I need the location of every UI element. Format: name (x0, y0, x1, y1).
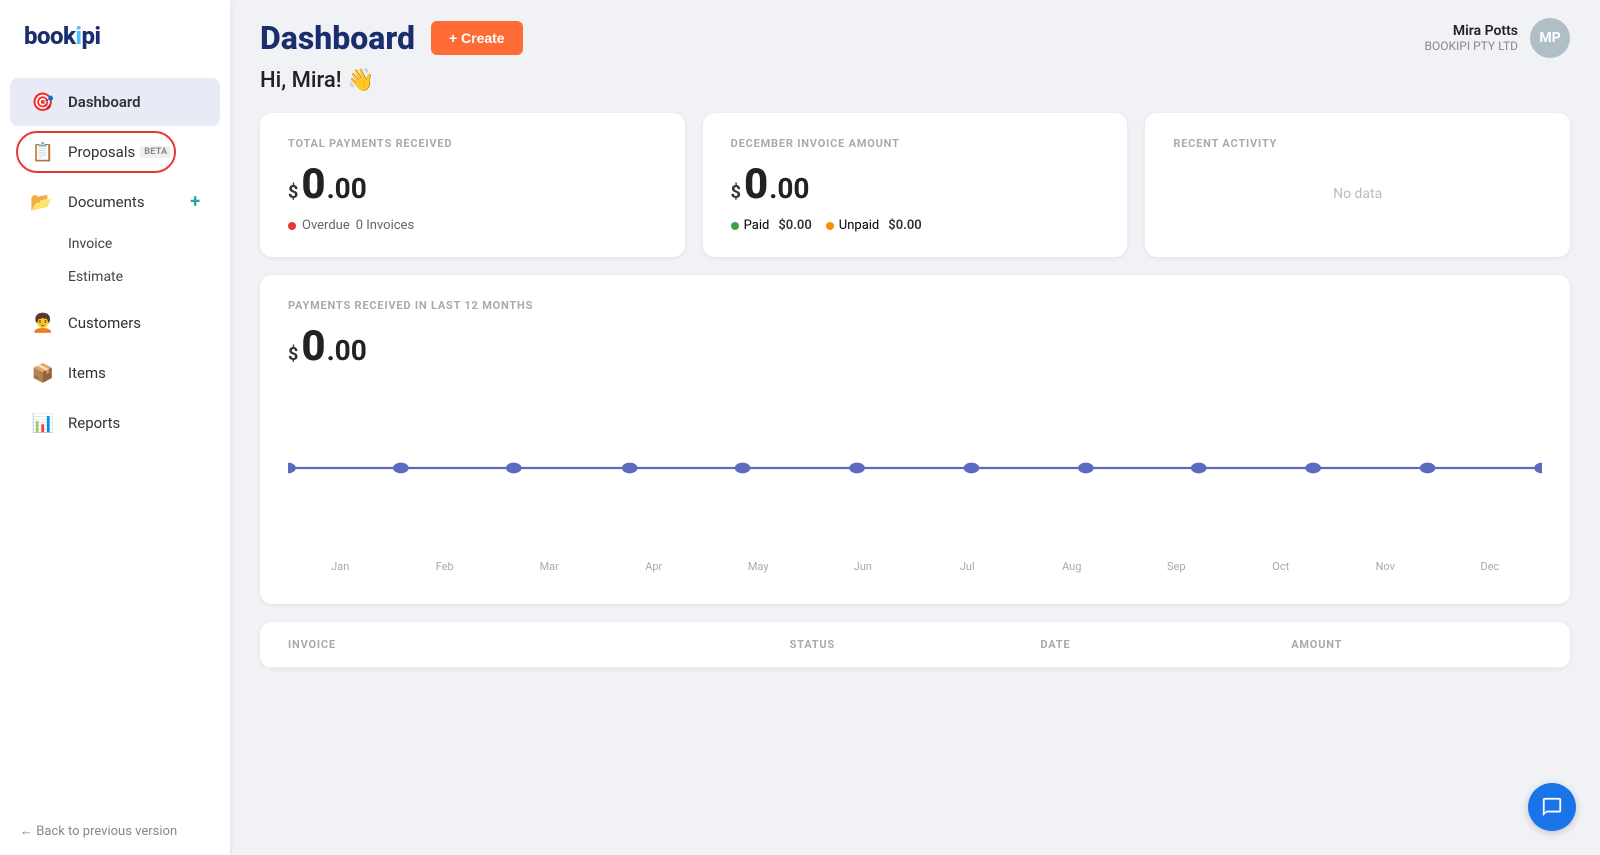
amount-integer: 0 (301, 326, 325, 368)
dollar-sign: $ (288, 344, 298, 365)
main-content: Dashboard + Create Mira Potts BOOKIPI PT… (230, 0, 1600, 855)
month-label: Nov (1333, 560, 1438, 573)
total-payments-card: TOTAL PAYMENTS RECEIVED $ 0 .00 Overdue … (260, 113, 685, 257)
reports-icon: 📊 (30, 410, 56, 436)
sidebar-item-proposals[interactable]: 📋 Proposals BETA (10, 128, 220, 176)
sidebar-item-label: Customers (68, 314, 141, 332)
greeting: Hi, Mira! 👋 (260, 68, 1570, 93)
month-label: May (706, 560, 811, 573)
customers-icon: 🧑‍🦱 (30, 310, 56, 336)
table-header-row: INVOICE STATUS DATE AMOUNT (260, 622, 1570, 668)
col-invoice: INVOICE (288, 638, 790, 651)
dollar-sign: $ (731, 182, 741, 203)
payments-chart-card: PAYMENTS RECEIVED IN LAST 12 MONTHS $ 0 … (260, 275, 1570, 604)
paid-dot (731, 222, 739, 230)
logo: bookipi (0, 0, 230, 68)
month-label: Feb (393, 560, 498, 573)
dollar-sign: $ (288, 182, 298, 203)
chart-area: Jan Feb Mar Apr May Jun Jul Aug Sep Oct … (288, 388, 1542, 588)
overdue-row: Overdue 0 Invoices (288, 218, 657, 233)
sidebar-item-items[interactable]: 📦 Items (10, 349, 220, 397)
header: Dashboard + Create Mira Potts BOOKIPI PT… (230, 0, 1600, 68)
user-details: Mira Potts BOOKIPI PTY LTD (1425, 23, 1519, 53)
sidebar-item-estimate[interactable]: Estimate (10, 261, 220, 293)
user-info[interactable]: Mira Potts BOOKIPI PTY LTD MP (1425, 18, 1571, 58)
paid-amount: $0.00 (778, 218, 811, 233)
logo-text: bookipi (24, 22, 101, 50)
sidebar-item-documents[interactable]: 📂 Documents + (10, 178, 220, 226)
dashboard-content: Hi, Mira! 👋 TOTAL PAYMENTS RECEIVED $ 0 … (230, 68, 1600, 698)
col-date: DATE (1040, 638, 1291, 651)
no-data-label: No data (1173, 164, 1542, 224)
sidebar-item-label: Items (68, 364, 106, 382)
page-title: Dashboard (260, 19, 415, 57)
chat-icon (1541, 796, 1563, 818)
amount-integer: 0 (744, 164, 768, 206)
recent-activity-title: RECENT ACTIVITY (1173, 137, 1542, 150)
col-amount: AMOUNT (1291, 638, 1542, 651)
chat-support-button[interactable] (1528, 783, 1576, 831)
dashboard-icon: 🎯 (30, 89, 56, 115)
month-label: Jan (288, 560, 393, 573)
back-to-previous-version[interactable]: ← Back to previous version (0, 807, 230, 855)
col-status: STATUS (790, 638, 1041, 651)
unpaid-dot (826, 222, 834, 230)
total-payments-amount: $ 0 .00 (288, 164, 657, 206)
sidebar-item-label: Proposals (68, 143, 135, 161)
user-company: BOOKIPI PTY LTD (1425, 39, 1519, 53)
paid-label: Paid $0.00 (731, 218, 812, 233)
month-label: Mar (497, 560, 602, 573)
user-name: Mira Potts (1425, 23, 1519, 39)
chart-total-amount: $ 0 .00 (288, 326, 1542, 368)
recent-activity-card: RECENT ACTIVITY No data (1145, 113, 1570, 257)
overdue-dot (288, 222, 296, 230)
sidebar-item-reports[interactable]: 📊 Reports (10, 399, 220, 447)
unpaid-amount: $0.00 (888, 218, 921, 233)
sidebar-item-dashboard[interactable]: 🎯 Dashboard (10, 78, 220, 126)
sidebar-item-label: Dashboard (68, 93, 141, 111)
month-label: Jun (811, 560, 916, 573)
proposals-icon: 📋 (30, 139, 56, 165)
line-chart-svg (288, 388, 1542, 548)
x-axis-labels: Jan Feb Mar Apr May Jun Jul Aug Sep Oct … (288, 552, 1542, 573)
invoice-table-card: INVOICE STATUS DATE AMOUNT (260, 622, 1570, 668)
sidebar-item-customers[interactable]: 🧑‍🦱 Customers (10, 299, 220, 347)
month-label: Dec (1438, 560, 1543, 573)
month-label: Oct (1229, 560, 1334, 573)
month-label: Apr (602, 560, 707, 573)
sidebar-item-invoice[interactable]: Invoice (10, 228, 220, 260)
december-invoice-amount: $ 0 .00 (731, 164, 1100, 206)
month-label: Aug (1020, 560, 1125, 573)
create-button[interactable]: + Create (431, 21, 523, 55)
summary-cards-row: TOTAL PAYMENTS RECEIVED $ 0 .00 Overdue … (260, 113, 1570, 257)
overdue-label: Overdue (302, 218, 350, 233)
december-invoice-card: DECEMBER INVOICE AMOUNT $ 0 .00 Paid $0.… (703, 113, 1128, 257)
month-label: Sep (1124, 560, 1229, 573)
paid-unpaid-row: Paid $0.00 Unpaid $0.00 (731, 218, 1100, 233)
sidebar: bookipi 🎯 Dashboard 📋 Proposals BETA 📂 D… (0, 0, 230, 855)
items-icon: 📦 (30, 360, 56, 386)
amount-decimal: .00 (769, 172, 809, 205)
beta-badge: BETA (140, 146, 171, 158)
chart-title: PAYMENTS RECEIVED IN LAST 12 MONTHS (288, 299, 1542, 312)
documents-icon: 📂 (30, 189, 56, 215)
sidebar-item-label: Reports (68, 414, 120, 432)
sidebar-nav: 🎯 Dashboard 📋 Proposals BETA 📂 Documents… (0, 68, 230, 807)
unpaid-label: Unpaid $0.00 (826, 218, 922, 233)
add-document-button[interactable]: + (190, 193, 200, 211)
amount-decimal: .00 (327, 334, 367, 367)
amount-decimal: .00 (327, 172, 367, 205)
invoice-label: Invoice (68, 236, 112, 252)
total-payments-title: TOTAL PAYMENTS RECEIVED (288, 137, 657, 150)
amount-integer: 0 (301, 164, 325, 206)
overdue-count: 0 Invoices (356, 218, 414, 233)
month-label: Jul (915, 560, 1020, 573)
avatar: MP (1530, 18, 1570, 58)
sidebar-item-label: Documents (68, 193, 145, 211)
estimate-label: Estimate (68, 269, 123, 285)
december-invoice-title: DECEMBER INVOICE AMOUNT (731, 137, 1100, 150)
